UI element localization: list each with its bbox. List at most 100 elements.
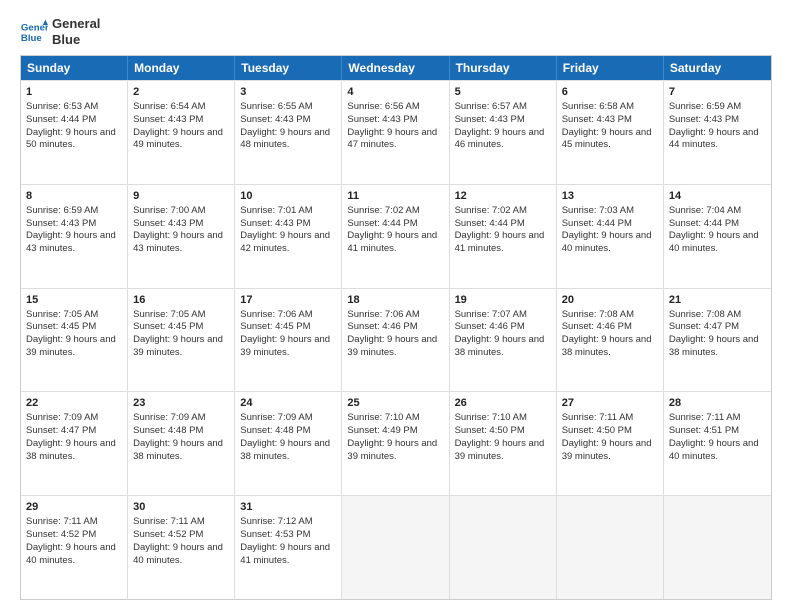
day-number: 4 — [347, 85, 443, 100]
day-number: 22 — [26, 396, 122, 411]
sunset-text: Sunset: 4:45 PM — [240, 321, 310, 332]
day-number: 11 — [347, 189, 443, 204]
sunset-text: Sunset: 4:43 PM — [669, 114, 739, 125]
sunset-text: Sunset: 4:47 PM — [669, 321, 739, 332]
sunrise-text: Sunrise: 7:07 AM — [455, 309, 527, 320]
sunset-text: Sunset: 4:47 PM — [26, 425, 96, 436]
day-number: 28 — [669, 396, 766, 411]
sunrise-text: Sunrise: 7:10 AM — [455, 412, 527, 423]
calendar: SundayMondayTuesdayWednesdayThursdayFrid… — [20, 55, 772, 600]
daylight-text: Daylight: 9 hours and 39 minutes. — [562, 438, 652, 462]
day-number: 2 — [133, 85, 229, 100]
sunset-text: Sunset: 4:43 PM — [562, 114, 632, 125]
day-number: 5 — [455, 85, 551, 100]
sunset-text: Sunset: 4:53 PM — [240, 529, 310, 540]
sunrise-text: Sunrise: 7:05 AM — [26, 309, 98, 320]
day-number: 23 — [133, 396, 229, 411]
calendar-cell: 12Sunrise: 7:02 AMSunset: 4:44 PMDayligh… — [450, 185, 557, 288]
calendar-cell: 16Sunrise: 7:05 AMSunset: 4:45 PMDayligh… — [128, 289, 235, 392]
day-number: 19 — [455, 293, 551, 308]
sunset-text: Sunset: 4:46 PM — [455, 321, 525, 332]
daylight-text: Daylight: 9 hours and 41 minutes. — [455, 230, 545, 254]
calendar-row: 8Sunrise: 6:59 AMSunset: 4:43 PMDaylight… — [21, 184, 771, 288]
sunset-text: Sunset: 4:44 PM — [562, 218, 632, 229]
calendar-cell — [664, 496, 771, 599]
calendar-row: 15Sunrise: 7:05 AMSunset: 4:45 PMDayligh… — [21, 288, 771, 392]
day-number: 1 — [26, 85, 122, 100]
cal-header-cell: Thursday — [450, 56, 557, 80]
sunrise-text: Sunrise: 6:55 AM — [240, 101, 312, 112]
sunset-text: Sunset: 4:50 PM — [455, 425, 525, 436]
cal-header-cell: Monday — [128, 56, 235, 80]
daylight-text: Daylight: 9 hours and 46 minutes. — [455, 127, 545, 151]
sunrise-text: Sunrise: 7:11 AM — [669, 412, 741, 423]
daylight-text: Daylight: 9 hours and 40 minutes. — [133, 542, 223, 566]
calendar-cell: 25Sunrise: 7:10 AMSunset: 4:49 PMDayligh… — [342, 392, 449, 495]
daylight-text: Daylight: 9 hours and 38 minutes. — [669, 334, 759, 358]
daylight-text: Daylight: 9 hours and 39 minutes. — [347, 438, 437, 462]
daylight-text: Daylight: 9 hours and 38 minutes. — [240, 438, 330, 462]
day-number: 9 — [133, 189, 229, 204]
cal-header-cell: Wednesday — [342, 56, 449, 80]
sunset-text: Sunset: 4:49 PM — [347, 425, 417, 436]
calendar-cell: 9Sunrise: 7:00 AMSunset: 4:43 PMDaylight… — [128, 185, 235, 288]
daylight-text: Daylight: 9 hours and 38 minutes. — [26, 438, 116, 462]
daylight-text: Daylight: 9 hours and 38 minutes. — [133, 438, 223, 462]
sunset-text: Sunset: 4:43 PM — [240, 114, 310, 125]
daylight-text: Daylight: 9 hours and 42 minutes. — [240, 230, 330, 254]
sunset-text: Sunset: 4:50 PM — [562, 425, 632, 436]
sunset-text: Sunset: 4:43 PM — [133, 218, 203, 229]
calendar-cell — [342, 496, 449, 599]
day-number: 3 — [240, 85, 336, 100]
sunrise-text: Sunrise: 7:04 AM — [669, 205, 741, 216]
day-number: 15 — [26, 293, 122, 308]
sunset-text: Sunset: 4:43 PM — [455, 114, 525, 125]
sunrise-text: Sunrise: 7:08 AM — [562, 309, 634, 320]
sunset-text: Sunset: 4:44 PM — [26, 114, 96, 125]
sunrise-text: Sunrise: 7:06 AM — [240, 309, 312, 320]
day-number: 21 — [669, 293, 766, 308]
sunrise-text: Sunrise: 7:01 AM — [240, 205, 312, 216]
daylight-text: Daylight: 9 hours and 48 minutes. — [240, 127, 330, 151]
day-number: 27 — [562, 396, 658, 411]
cal-header-cell: Friday — [557, 56, 664, 80]
calendar-cell: 14Sunrise: 7:04 AMSunset: 4:44 PMDayligh… — [664, 185, 771, 288]
cal-header-cell: Tuesday — [235, 56, 342, 80]
daylight-text: Daylight: 9 hours and 44 minutes. — [669, 127, 759, 151]
calendar-cell: 3Sunrise: 6:55 AM Sunset: 4:43 PM Daylight… — [235, 81, 342, 184]
sunrise-text: Sunrise: 7:03 AM — [562, 205, 634, 216]
sunset-text: Sunset: 4:52 PM — [133, 529, 203, 540]
calendar-cell: 10Sunrise: 7:01 AMSunset: 4:43 PMDayligh… — [235, 185, 342, 288]
calendar-cell — [450, 496, 557, 599]
daylight-text: Daylight: 9 hours and 39 minutes. — [26, 334, 116, 358]
sunrise-text: Sunrise: 7:11 AM — [562, 412, 634, 423]
day-number: 10 — [240, 189, 336, 204]
sunrise-text: Sunrise: 7:00 AM — [133, 205, 205, 216]
calendar-cell: 6Sunrise: 6:58 AMSunset: 4:43 PMDaylight… — [557, 81, 664, 184]
day-number: 17 — [240, 293, 336, 308]
calendar-row: 1Sunrise: 6:53 AM Sunset: 4:44 PM Daylight… — [21, 80, 771, 184]
daylight-text: Daylight: 9 hours and 40 minutes. — [669, 438, 759, 462]
sunrise-text: Sunrise: 7:10 AM — [347, 412, 419, 423]
sunset-text: Sunset: 4:46 PM — [562, 321, 632, 332]
day-number: 16 — [133, 293, 229, 308]
sunrise-text: Sunrise: 6:53 AM — [26, 101, 98, 112]
sunset-text: Sunset: 4:48 PM — [240, 425, 310, 436]
calendar-cell: 22Sunrise: 7:09 AM Sunset: 4:47 PM Dayligh… — [21, 392, 128, 495]
sunrise-text: Sunrise: 7:09 AM — [26, 412, 98, 423]
sunrise-text: Sunrise: 6:54 AM — [133, 101, 205, 112]
sunrise-text: Sunrise: 7:05 AM — [133, 309, 205, 320]
sunrise-text: Sunrise: 6:58 AM — [562, 101, 634, 112]
logo: General Blue General Blue — [20, 16, 100, 47]
sunset-text: Sunset: 4:43 PM — [26, 218, 96, 229]
day-number: 14 — [669, 189, 766, 204]
sunrise-text: Sunrise: 7:11 AM — [133, 516, 205, 527]
daylight-text: Daylight: 9 hours and 43 minutes. — [26, 230, 116, 254]
calendar-cell: 7Sunrise: 6:59 AMSunset: 4:43 PMDaylight… — [664, 81, 771, 184]
sunset-text: Sunset: 4:43 PM — [133, 114, 203, 125]
calendar-cell: 20Sunrise: 7:08 AMSunset: 4:46 PMDayligh… — [557, 289, 664, 392]
logo-text: General Blue — [52, 16, 100, 47]
daylight-text: Daylight: 9 hours and 40 minutes. — [669, 230, 759, 254]
sunset-text: Sunset: 4:45 PM — [133, 321, 203, 332]
calendar-cell: 17Sunrise: 7:06 AMSunset: 4:45 PMDayligh… — [235, 289, 342, 392]
